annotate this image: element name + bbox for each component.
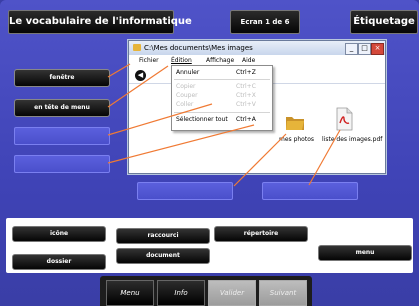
word-bank: icône raccourci répertoire dossier docum…: [6, 218, 413, 273]
word-dossier[interactable]: dossier: [12, 254, 106, 270]
word-menu[interactable]: menu: [318, 245, 412, 261]
word-raccourci[interactable]: raccourci: [116, 228, 210, 244]
word-document[interactable]: document: [116, 248, 210, 264]
word-icone[interactable]: icône: [12, 226, 106, 242]
nav-next-button[interactable]: Suivant: [259, 280, 307, 306]
word-repertoire[interactable]: répertoire: [214, 226, 308, 242]
nav-info-button[interactable]: Info: [157, 280, 205, 306]
nav-validate-button[interactable]: Valider: [208, 280, 256, 306]
nav-bar: Menu Info Valider Suivant: [100, 276, 312, 306]
nav-menu-button[interactable]: Menu: [106, 280, 154, 306]
